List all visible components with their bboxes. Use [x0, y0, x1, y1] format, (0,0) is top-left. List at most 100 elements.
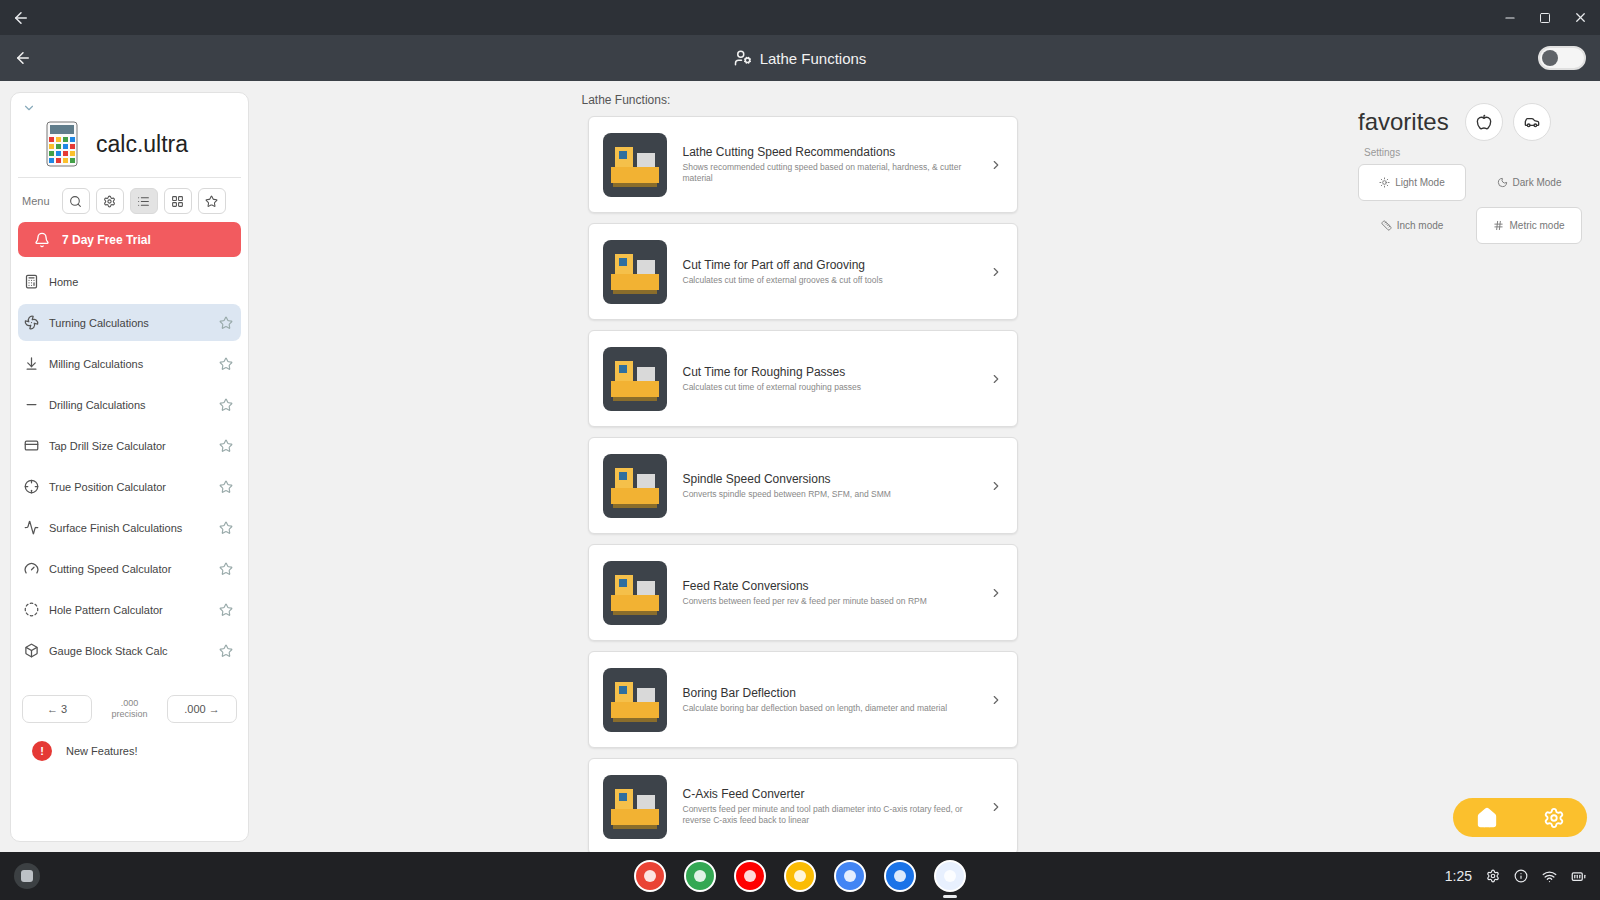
star-icon[interactable]: [219, 644, 233, 658]
menu-tool-button[interactable]: [130, 188, 158, 214]
settings-label: Settings: [1364, 147, 1586, 158]
function-card[interactable]: Boring Bar DeflectionCalculate boring ba…: [588, 651, 1018, 748]
star-icon[interactable]: [219, 398, 233, 412]
sidebar-item[interactable]: Surface Finish Calculations: [18, 509, 241, 546]
function-card-text: Spindle Speed ConversionsConverts spindl…: [683, 472, 973, 500]
back-arrow-icon[interactable]: [14, 49, 32, 67]
function-card[interactable]: Feed Rate ConversionsConverts between fe…: [588, 544, 1018, 641]
function-card[interactable]: Cut Time for Roughing PassesCalculates c…: [588, 330, 1018, 427]
taskbar-app[interactable]: [734, 855, 766, 898]
lathe-thumbnail-icon: [603, 668, 667, 732]
taskbar-app[interactable]: [934, 855, 966, 898]
new-features-link[interactable]: !New Features!: [18, 731, 241, 771]
function-card-text: C-Axis Feed ConverterConverts feed per m…: [683, 787, 973, 825]
gear-icon[interactable]: [1543, 807, 1565, 829]
collapse-chevron-icon[interactable]: [22, 101, 36, 115]
close-icon[interactable]: [1573, 10, 1588, 25]
star-icon[interactable]: [219, 480, 233, 494]
function-card-text: Lathe Cutting Speed RecommendationsShows…: [683, 145, 973, 183]
header-title: Lathe Functions: [74, 49, 1526, 67]
sidebar-nav: Home Turning Calculations Milling Calculat…: [18, 263, 241, 669]
star-icon[interactable]: [219, 316, 233, 330]
star-icon[interactable]: [219, 562, 233, 576]
star-icon[interactable]: [219, 521, 233, 535]
favorite-button[interactable]: [1513, 103, 1551, 141]
app-glyph-icon: [944, 870, 956, 882]
function-card-text: Cut Time for Part off and GroovingCalcul…: [683, 258, 973, 286]
brand: calc.ultra: [18, 101, 241, 178]
status-area[interactable]: 1:25: [966, 868, 1586, 884]
menu-tool-button[interactable]: [164, 188, 192, 214]
function-card[interactable]: C-Axis Feed ConverterConverts feed per m…: [588, 758, 1018, 852]
favorites-row: favorites: [1358, 103, 1586, 141]
function-description: Converts feed per minute and tool path d…: [683, 804, 973, 825]
settings-option-button[interactable]: Metric mode: [1476, 207, 1582, 244]
brand-row: calc.ultra: [22, 115, 237, 167]
menu-tool-button[interactable]: [198, 188, 226, 214]
battery-icon: [1571, 869, 1586, 884]
machinist-icon: [734, 49, 752, 67]
sidebar-item[interactable]: Tap Drill Size Calculator: [18, 427, 241, 464]
sidebar-item[interactable]: True Position Calculator: [18, 468, 241, 505]
app-name: calc.ultra: [96, 131, 188, 158]
settings-option-label: Dark Mode: [1513, 177, 1562, 188]
taskbar-app[interactable]: [684, 855, 716, 898]
active-indicator: [893, 895, 907, 898]
menu-tool-button[interactable]: [62, 188, 90, 214]
taskbar-app[interactable]: [884, 855, 916, 898]
header-toggle[interactable]: [1538, 46, 1586, 70]
sidebar-item[interactable]: Milling Calculations: [18, 345, 241, 382]
sidebar-item-label: Gauge Block Stack Calc: [49, 645, 209, 657]
settings-status-icon: [1486, 869, 1500, 883]
back-arrow-icon[interactable]: [12, 9, 30, 27]
taskbar-app[interactable]: [834, 855, 866, 898]
home-icon[interactable]: [1476, 807, 1498, 829]
app-icon: [934, 860, 966, 892]
precision-control: ← 3.000precision.000 →: [18, 669, 241, 731]
launcher-button[interactable]: [14, 863, 40, 889]
sidebar-item[interactable]: Drilling Calculations: [18, 386, 241, 423]
star-icon[interactable]: [219, 603, 233, 617]
sidebar-item[interactable]: Home: [18, 263, 241, 300]
menu-tool-button[interactable]: [96, 188, 124, 214]
free-trial-button[interactable]: 7 Day Free Trial: [18, 222, 241, 257]
sidebar-item[interactable]: Cutting Speed Calculator: [18, 550, 241, 587]
settings-option-label: Inch mode: [1397, 220, 1444, 231]
window-title-bar: [0, 0, 1600, 35]
app-body: calc.ultraMenu7 Day Free TrialHomeTurnin…: [0, 81, 1600, 852]
settings-option-label: Light Mode: [1395, 177, 1444, 188]
taskbar-app[interactable]: [634, 855, 666, 898]
minimize-icon[interactable]: [1503, 11, 1517, 25]
precision-value: .000: [121, 698, 139, 709]
lathe-thumbnail-icon: [603, 775, 667, 839]
lathe-thumbnail-icon: [603, 347, 667, 411]
app-icon: [834, 860, 866, 892]
sidebar-item-label: Turning Calculations: [49, 317, 209, 329]
favorite-button[interactable]: [1465, 103, 1503, 141]
tap-icon: [24, 438, 39, 453]
active-indicator: [843, 895, 857, 898]
function-card[interactable]: Spindle Speed ConversionsConverts spindl…: [588, 437, 1018, 534]
settings-option-button[interactable]: Dark Mode: [1476, 164, 1582, 201]
precision-decrease-button[interactable]: ← 3: [22, 695, 92, 723]
function-title: Spindle Speed Conversions: [683, 472, 973, 486]
lathe-thumbnail-icon: [603, 240, 667, 304]
precision-increase-button[interactable]: .000 →: [167, 695, 237, 723]
apple-icon: [1476, 114, 1492, 130]
function-card[interactable]: Lathe Cutting Speed RecommendationsShows…: [588, 116, 1018, 213]
settings-option-button[interactable]: Inch mode: [1358, 207, 1466, 244]
function-card[interactable]: Cut Time for Part off and GroovingCalcul…: [588, 223, 1018, 320]
center-panel: Lathe Functions:Lathe Cutting Speed Reco…: [253, 81, 1352, 852]
star-icon[interactable]: [219, 439, 233, 453]
maximize-icon[interactable]: [1539, 12, 1551, 24]
taskbar-app[interactable]: [784, 855, 816, 898]
sidebar-item[interactable]: Turning Calculations: [18, 304, 241, 341]
function-title: Cut Time for Part off and Grooving: [683, 258, 973, 272]
star-icon[interactable]: [219, 357, 233, 371]
list-icon: [137, 195, 150, 208]
settings-option-button[interactable]: Light Mode: [1358, 164, 1466, 201]
sidebar-item[interactable]: Gauge Block Stack Calc: [18, 632, 241, 669]
sidebar-item[interactable]: Hole Pattern Calculator: [18, 591, 241, 628]
function-column: Lathe Functions:Lathe Cutting Speed Reco…: [588, 93, 1018, 852]
app-icon: [634, 860, 666, 892]
